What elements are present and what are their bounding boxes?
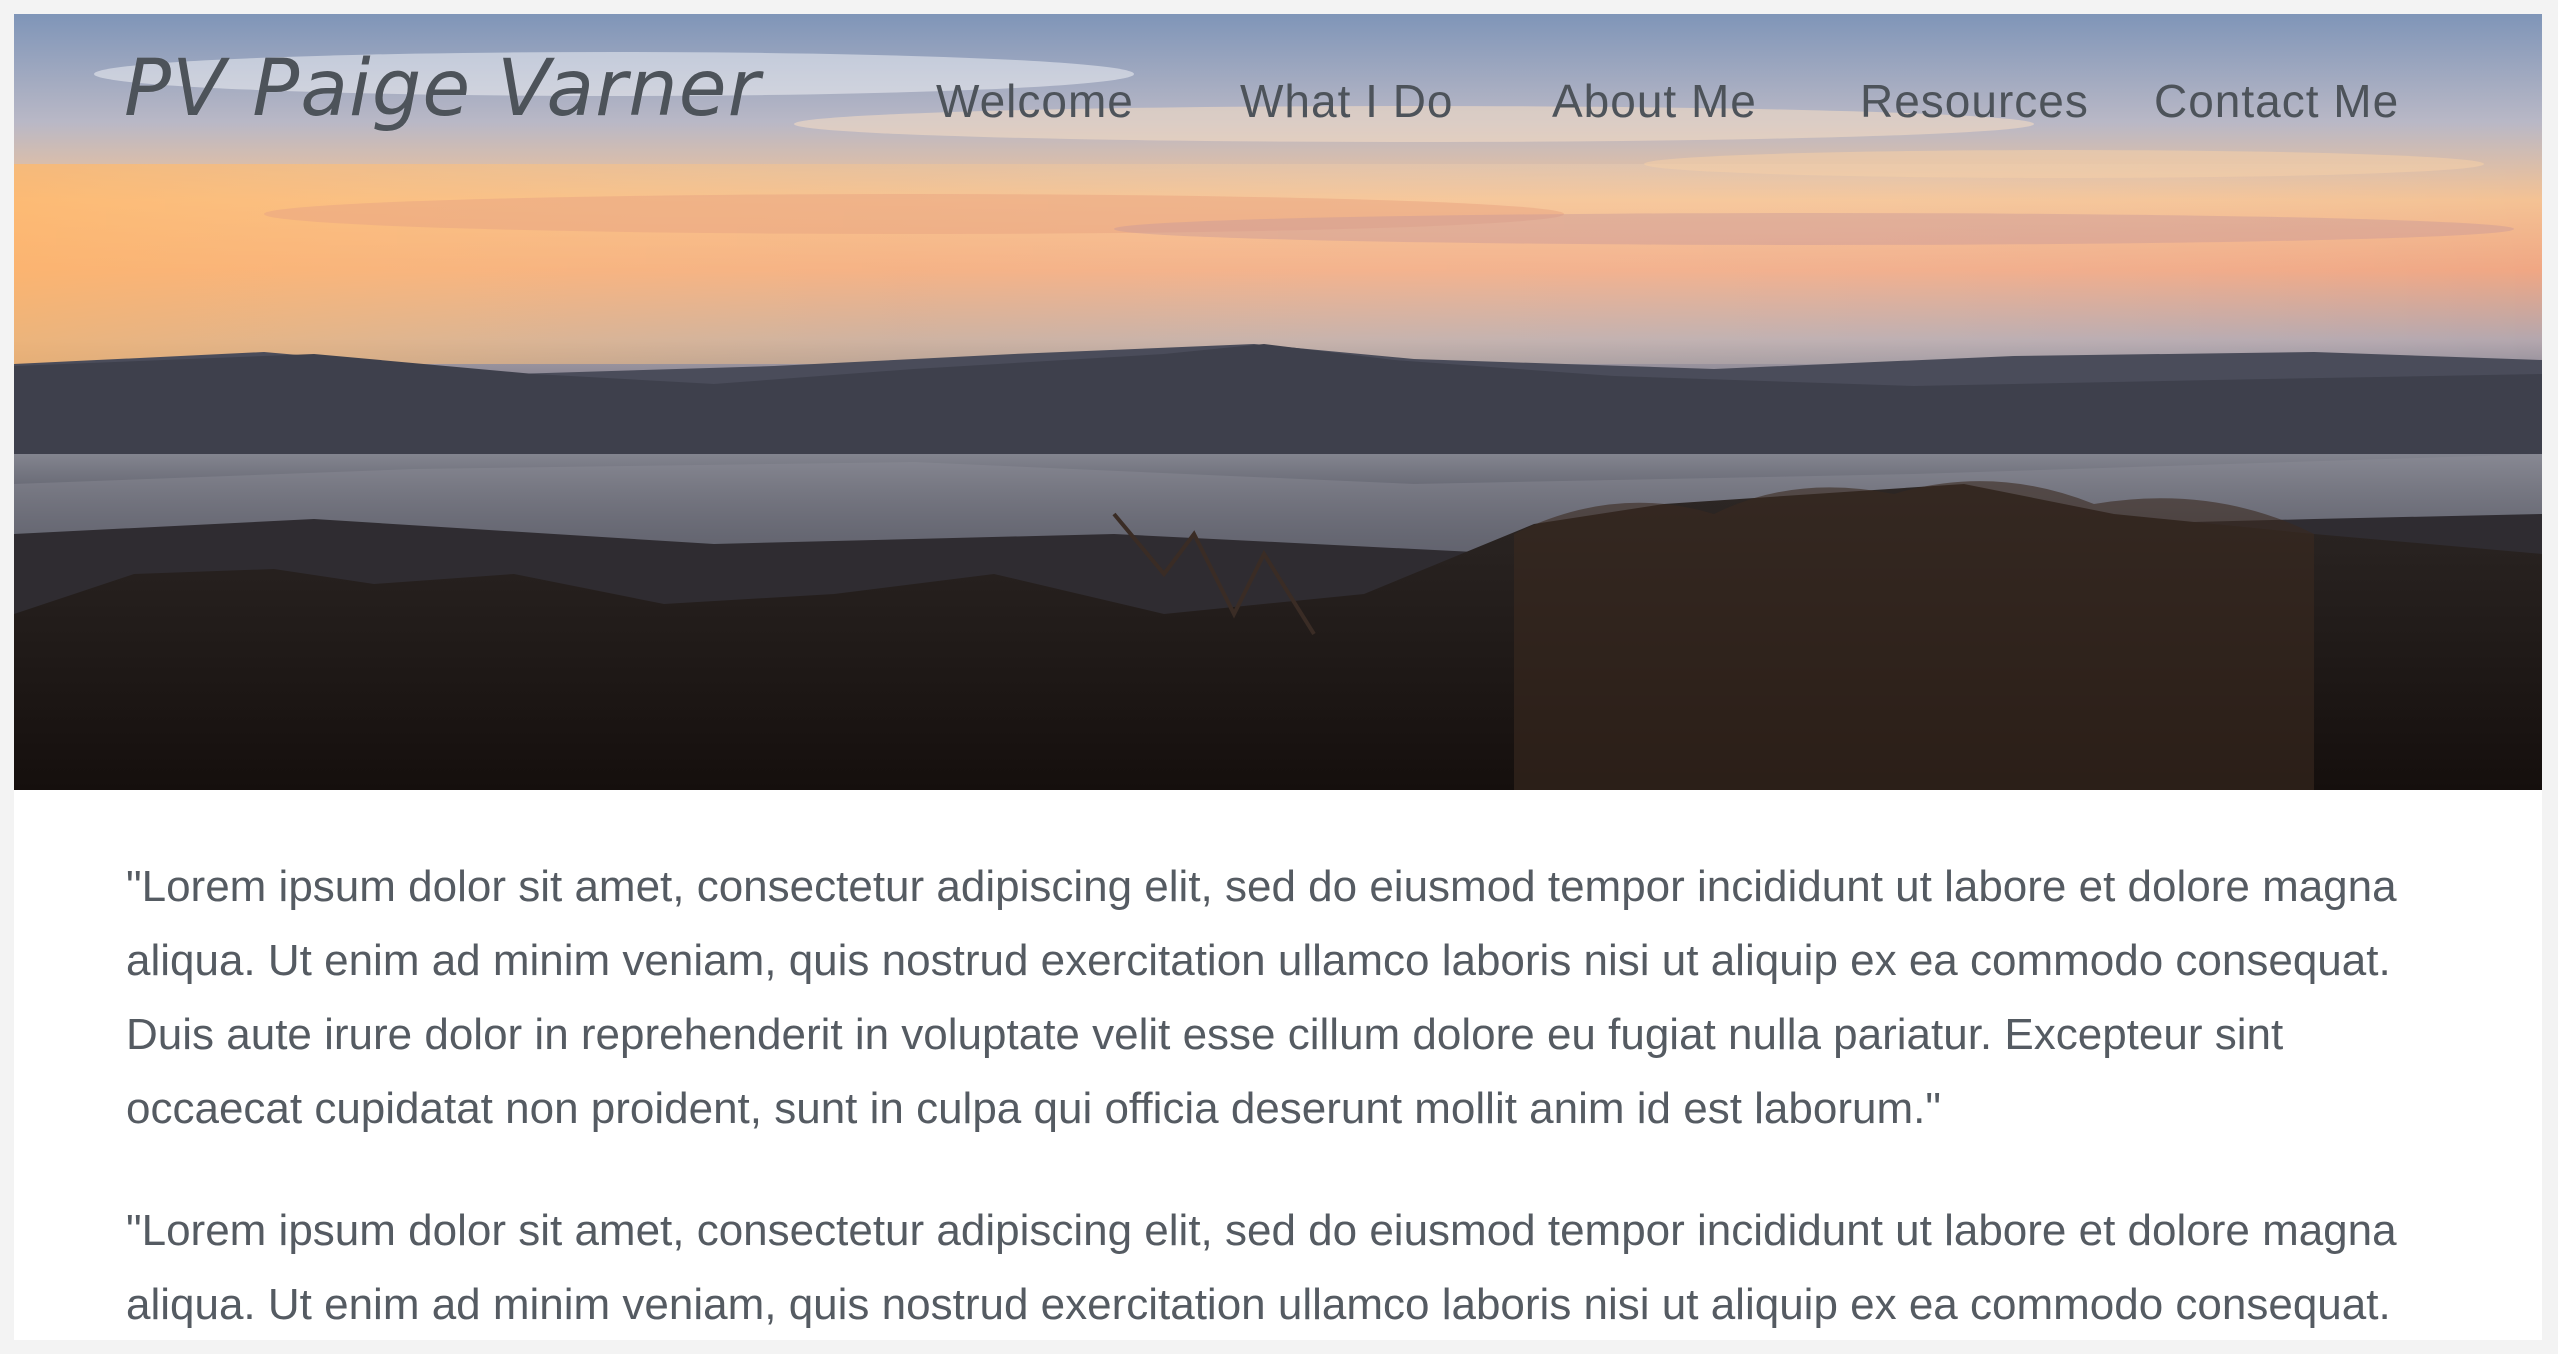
main-nav: Welcome What I Do About Me Resources Con… bbox=[14, 74, 2542, 144]
nav-contact-me[interactable]: Contact Me bbox=[2154, 74, 2399, 128]
paragraph: "Lorem ipsum dolor sit amet, consectetur… bbox=[126, 862, 2397, 1133]
nav-welcome[interactable]: Welcome bbox=[936, 74, 1134, 128]
main-content: "Lorem ipsum dolor sit amet, consectetur… bbox=[126, 850, 2466, 1340]
nav-resources[interactable]: Resources bbox=[1860, 74, 2089, 128]
paragraph: "Lorem ipsum dolor sit amet, consectetur… bbox=[126, 1206, 2397, 1329]
hero-banner: PV Paige Varner Welcome What I Do About … bbox=[14, 14, 2542, 790]
nav-what-i-do[interactable]: What I Do bbox=[1240, 74, 1454, 128]
page: PV Paige Varner Welcome What I Do About … bbox=[14, 14, 2542, 1340]
nav-about-me[interactable]: About Me bbox=[1552, 74, 1757, 128]
